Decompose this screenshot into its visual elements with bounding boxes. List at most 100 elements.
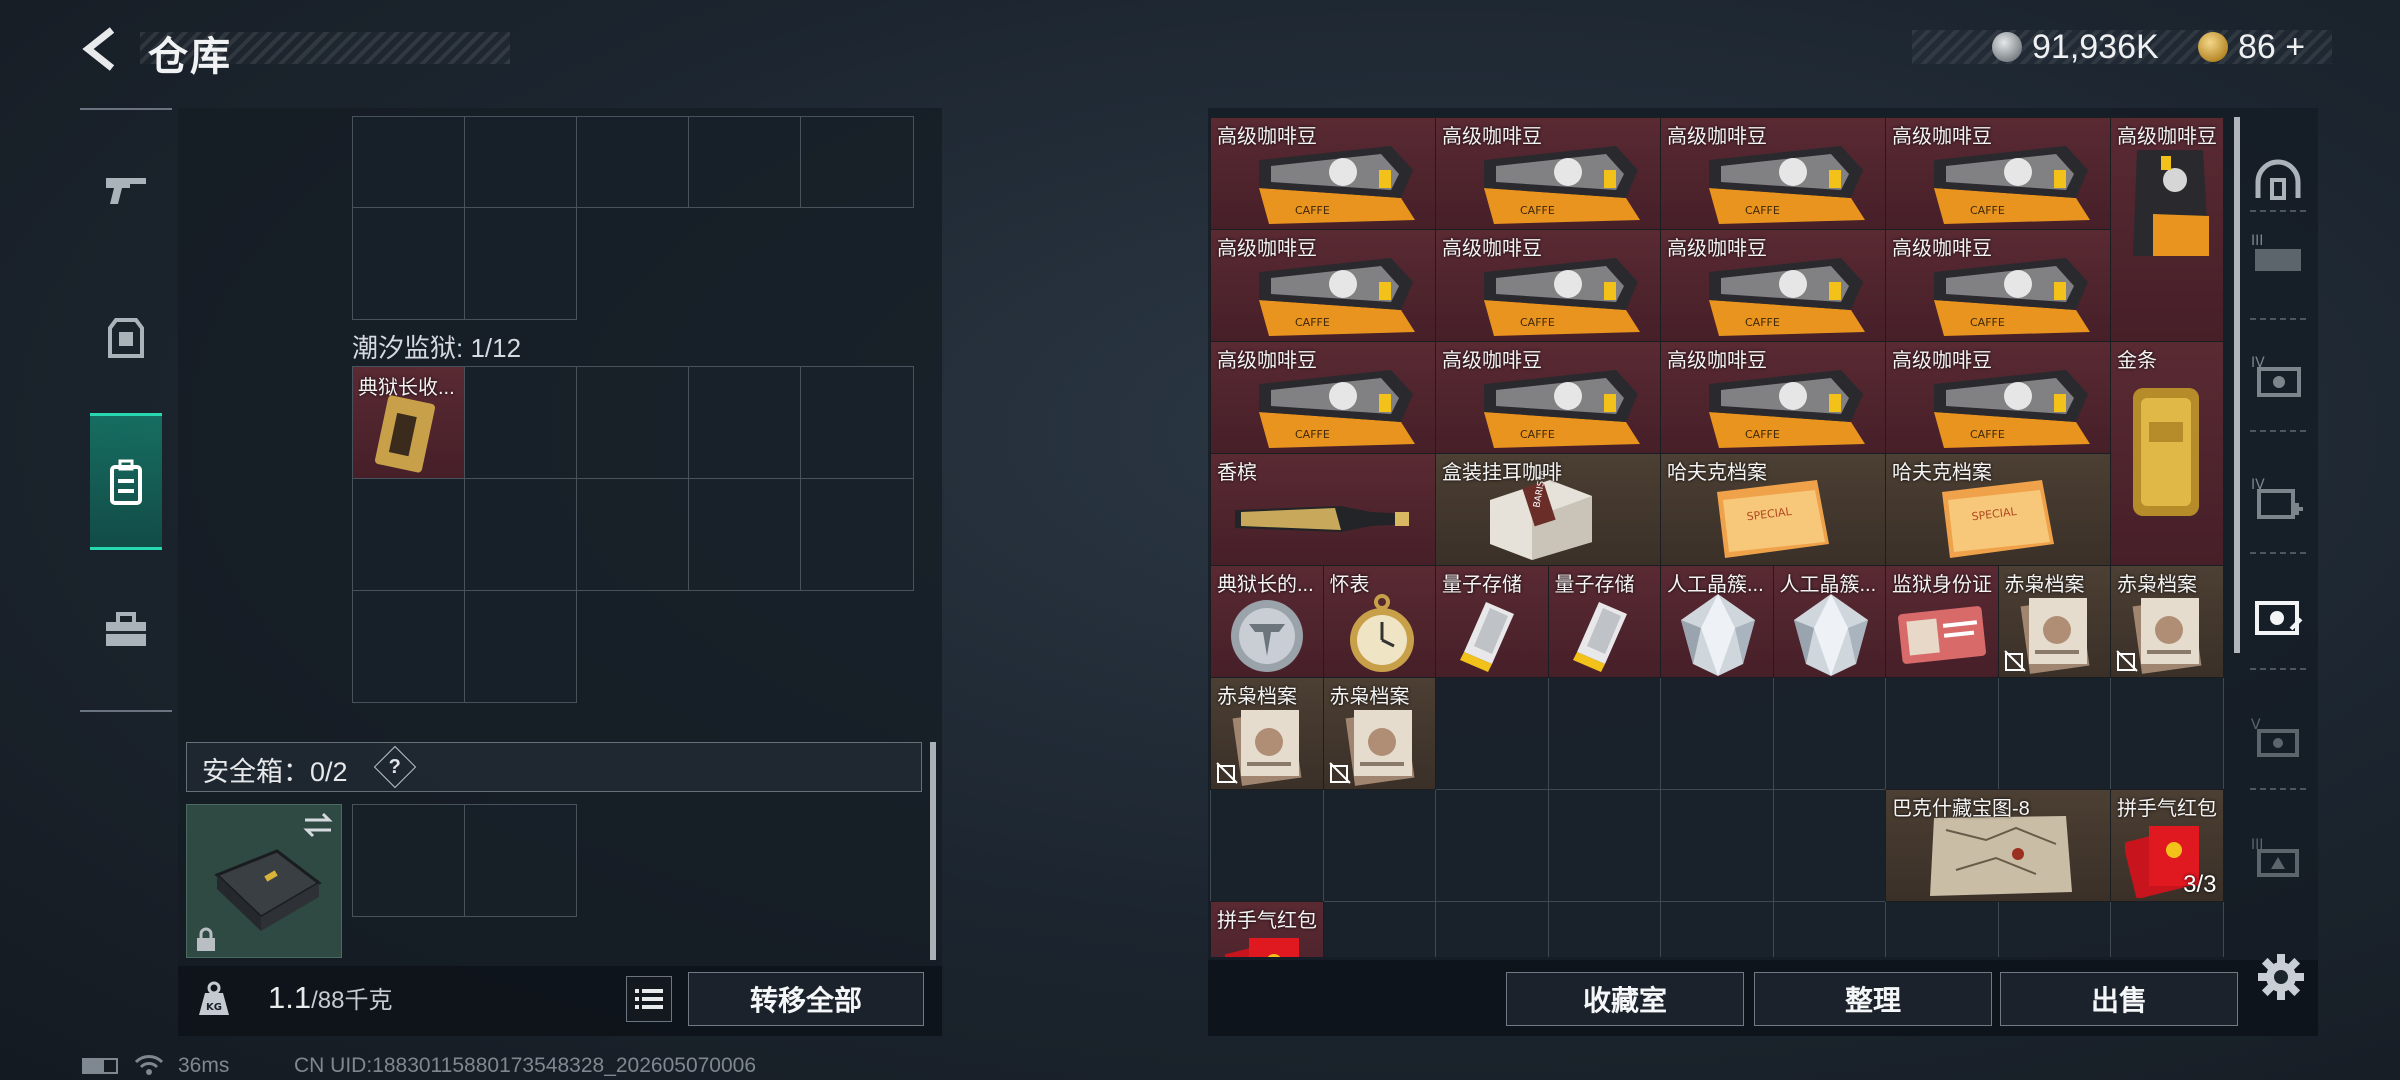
storage-slot[interactable] [2110,677,2224,790]
storage-item[interactable]: 赤枭档案 [1997,565,2111,678]
nav-backpack[interactable] [90,446,162,518]
storage-slot[interactable] [1547,789,1661,902]
storage-item[interactable]: SPECIAL 哈夫克档案 [1885,453,2111,566]
storage-item[interactable]: CAFFE 高级咖啡豆 [1885,229,2111,342]
storage-item[interactable]: 巴克什藏宝图-8 [1885,789,2111,902]
safe-box-slot[interactable] [464,804,577,917]
rnav-armor-selected[interactable] [2246,584,2310,648]
storage-item[interactable]: 香槟 [1210,453,1436,566]
grid-slot[interactable] [576,478,689,591]
grid-slot[interactable] [352,590,465,703]
sell-button[interactable]: 出售 [2000,972,2238,1026]
transfer-all-button[interactable]: 转移全部 [688,972,924,1026]
storage-slot[interactable] [1322,901,1436,957]
safe-case-slot[interactable] [186,804,342,958]
add-currency-button[interactable]: + [2285,28,2305,66]
storage-item[interactable]: CAFFE 高级咖啡豆 [1660,117,1886,230]
grid-slot[interactable] [464,478,577,591]
grid-slot[interactable] [352,207,465,320]
storage-slot[interactable] [1660,789,1774,902]
storage-item[interactable]: CAFFE 高级咖啡豆 [1435,117,1661,230]
storage-item[interactable]: 赤枭档案 [2110,565,2224,678]
storage-item[interactable]: CAFFE 高级咖啡豆 [1885,117,2111,230]
storage-item[interactable]: CAFFE 高级咖啡豆 [1210,229,1436,342]
grid-slot[interactable] [688,366,801,479]
grid-slot[interactable] [800,478,914,591]
storage-slot[interactable] [1322,789,1436,902]
storage-slot[interactable] [1772,789,1886,902]
storage-item[interactable]: 典狱长的... [1210,565,1324,678]
rnav-medkit-iv[interactable]: IV [2246,466,2310,530]
grid-slot[interactable] [688,478,801,591]
grid-slot[interactable] [352,116,465,208]
grid-slot[interactable] [464,207,577,320]
storage-grid: CAFFE 高级咖啡豆 CAFFE 高级咖啡豆 CAFFE 高级咖啡豆 CAFFE 高级咖啡豆… [1210,117,2224,957]
storage-slot[interactable] [1660,677,1774,790]
storage-item[interactable]: CAFFE 高级咖啡豆 [1210,117,1436,230]
storage-slot[interactable] [1210,789,1324,902]
list-view-button[interactable] [626,976,672,1022]
storage-slot[interactable] [1547,677,1661,790]
storage-slot[interactable] [1435,901,1549,957]
grid-slot[interactable] [688,116,801,208]
rnav-armor-v[interactable]: V [2246,706,2310,770]
storage-slot[interactable] [1435,677,1549,790]
storage-item[interactable]: 人工晶簇... [1772,565,1886,678]
rnav-armor-iv[interactable]: IV [2246,344,2310,408]
storage-item[interactable]: 监狱身份证 [1885,565,1999,678]
storage-slot[interactable] [1772,677,1886,790]
storage-slot[interactable] [1547,901,1661,957]
storage-item[interactable]: CAFFE 高级咖啡豆 [1210,341,1436,454]
nav-weapon[interactable] [90,154,162,226]
storage-item[interactable]: 量子存储 [1547,565,1661,678]
grid-slot[interactable] [464,366,577,479]
nav-toolbox[interactable] [90,594,162,666]
warden-item-slot[interactable]: 典狱长收... [352,366,465,479]
storage-item[interactable]: 金条 [2110,341,2224,566]
storage-item[interactable]: CAFFE 高级咖啡豆 [1885,341,2111,454]
storage-slot[interactable] [1660,901,1774,957]
grid-slot[interactable] [464,116,577,208]
settings-gear-icon[interactable] [2254,950,2308,1004]
rnav-armor-iii-b[interactable]: III [2246,826,2310,890]
storage-slot[interactable] [1885,677,1999,790]
storage-slot[interactable] [1885,901,1999,957]
storage-item[interactable]: 人工晶簇... [1660,565,1774,678]
storage-item[interactable]: 量子存储 [1435,565,1549,678]
storage-item[interactable]: 拼手气红包 3/3 [2110,789,2224,902]
storage-scrollbar[interactable] [2234,117,2240,653]
sort-button[interactable]: 整理 [1754,972,1992,1026]
storage-item[interactable]: 赤枭档案 [1322,677,1436,790]
left-scrollbar[interactable] [930,742,936,960]
storage-slot[interactable] [1435,789,1549,902]
storage-item[interactable]: CAFFE 高级咖啡豆 [1435,229,1661,342]
storage-item[interactable]: CAFFE 高级咖啡豆 [1660,341,1886,454]
swap-icon[interactable] [301,811,335,839]
rnav-helmet[interactable] [2246,148,2310,212]
grid-slot[interactable] [464,590,577,703]
storage-slot[interactable] [1997,901,2111,957]
back-arrow-icon[interactable] [78,26,124,72]
storage-item[interactable]: SPECIAL 哈夫克档案 [1660,453,1886,566]
grid-slot[interactable] [576,116,689,208]
storage-slot[interactable] [1997,677,2111,790]
nav-armor[interactable] [90,302,162,374]
storage-item[interactable]: 拼手气红包 [1210,901,1324,957]
storage-item[interactable]: 赤枭档案 [1210,677,1324,790]
storage-item[interactable]: BARISTA 盒装挂耳咖啡 [1435,453,1661,566]
weight-button[interactable]: KG [182,966,246,1032]
storage-item[interactable]: CAFFE 高级咖啡豆 [1435,341,1661,454]
storage-slot[interactable] [2110,901,2224,957]
safe-box-slot[interactable] [352,804,465,917]
gold-amount-add[interactable]: 86 + [2238,28,2305,67]
storage-item[interactable]: 怀表 [1322,565,1436,678]
storage-item[interactable]: 高级咖啡豆 [2110,117,2224,342]
rnav-armor-iii[interactable]: III [2246,222,2310,286]
grid-slot[interactable] [576,366,689,479]
storage-item[interactable]: CAFFE 高级咖啡豆 [1660,229,1886,342]
grid-slot[interactable] [800,116,914,208]
grid-slot[interactable] [352,478,465,591]
storage-slot[interactable] [1772,901,1886,957]
collection-room-button[interactable]: 收藏室 [1506,972,1744,1026]
grid-slot[interactable] [800,366,914,479]
